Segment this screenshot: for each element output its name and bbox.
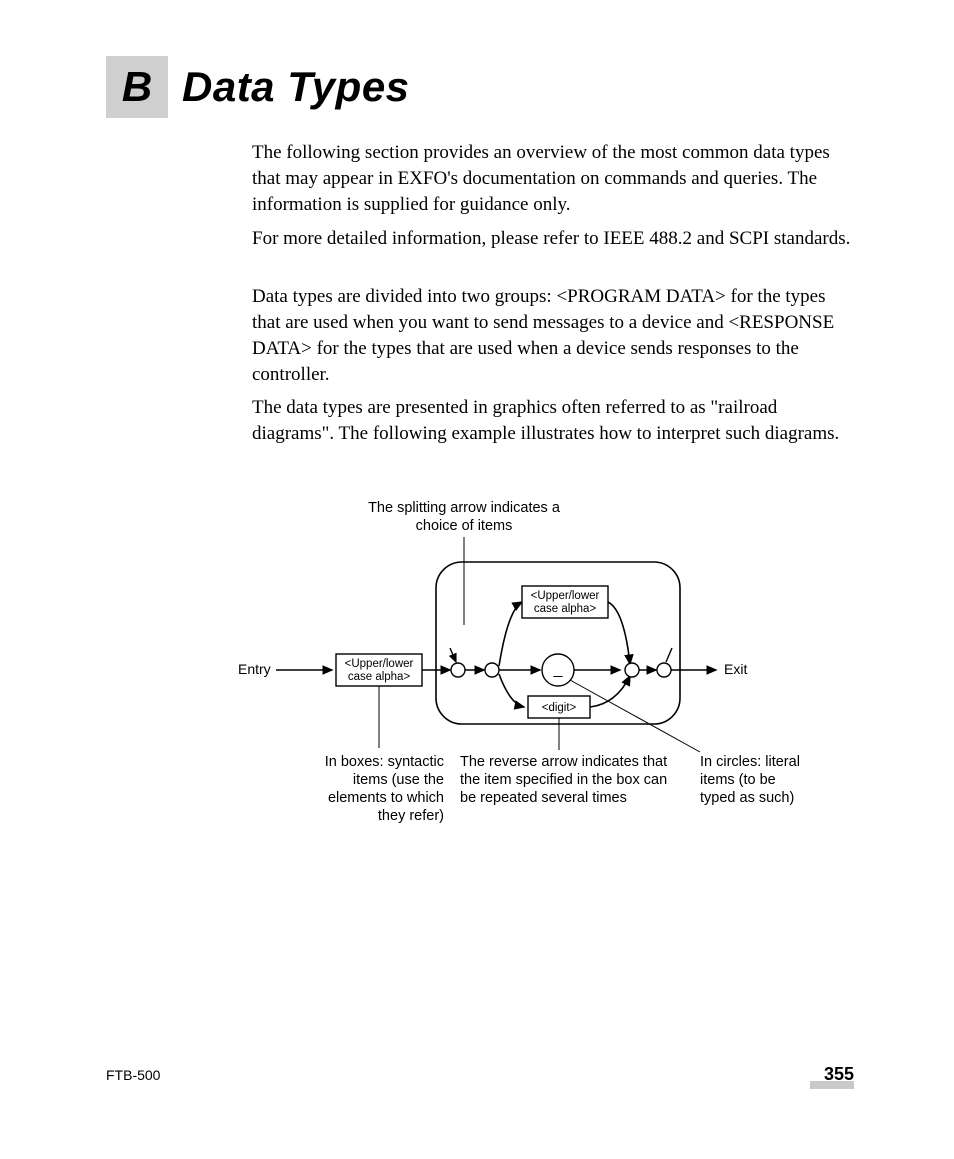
callout-mid-1: The reverse arrow indicates that bbox=[460, 754, 667, 770]
railroad-diagram: The splitting arrow indicates a choice o… bbox=[232, 490, 862, 850]
appendix-letter-box: B bbox=[106, 56, 168, 118]
callout-top-line1: The splitting arrow indicates a bbox=[368, 500, 561, 516]
exit-label: Exit bbox=[724, 661, 747, 677]
box-left-line1: <Upper/lower bbox=[345, 658, 414, 670]
callout-mid-3: be repeated several times bbox=[460, 790, 627, 806]
page-footer: FTB-500 355 bbox=[106, 1064, 854, 1085]
callout-left-3: elements to which bbox=[328, 790, 444, 806]
appendix-letter: B bbox=[122, 63, 152, 111]
entry-label: Entry bbox=[238, 661, 271, 677]
callout-mid-2: the item specified in the box can bbox=[460, 772, 667, 788]
node-repeat-right bbox=[657, 663, 671, 677]
box-top-line2: case alpha> bbox=[534, 603, 597, 615]
callout-left-2: items (use the bbox=[353, 772, 444, 788]
callout-right-3: typed as such) bbox=[700, 790, 794, 806]
callout-right-1: In circles: literal bbox=[700, 754, 800, 770]
paragraph-3: Data types are divided into two groups: … bbox=[252, 284, 854, 388]
callout-left-1: In boxes: syntactic bbox=[325, 754, 444, 770]
node-repeat-left bbox=[451, 663, 465, 677]
page-number: 355 bbox=[824, 1064, 854, 1085]
paragraph-1: The following section provides an overvi… bbox=[252, 140, 854, 218]
callout-left-4: they refer) bbox=[378, 808, 444, 824]
paragraph-4: The data types are presented in graphics… bbox=[252, 395, 854, 447]
callout-right-2: items (to be bbox=[700, 772, 776, 788]
box-left-line2: case alpha> bbox=[348, 671, 411, 683]
box-top-line1: <Upper/lower bbox=[531, 590, 600, 602]
paragraph-2: For more detailed information, please re… bbox=[252, 226, 854, 252]
footer-doc-code: FTB-500 bbox=[106, 1067, 160, 1083]
node-split bbox=[485, 663, 499, 677]
box-bottom: <digit> bbox=[542, 702, 577, 714]
chapter-title: Data Types bbox=[182, 63, 410, 111]
callout-top-line2: choice of items bbox=[416, 518, 513, 534]
chapter-header: B Data Types bbox=[106, 56, 894, 118]
node-merge bbox=[625, 663, 639, 677]
literal-underscore: _ bbox=[553, 661, 564, 678]
